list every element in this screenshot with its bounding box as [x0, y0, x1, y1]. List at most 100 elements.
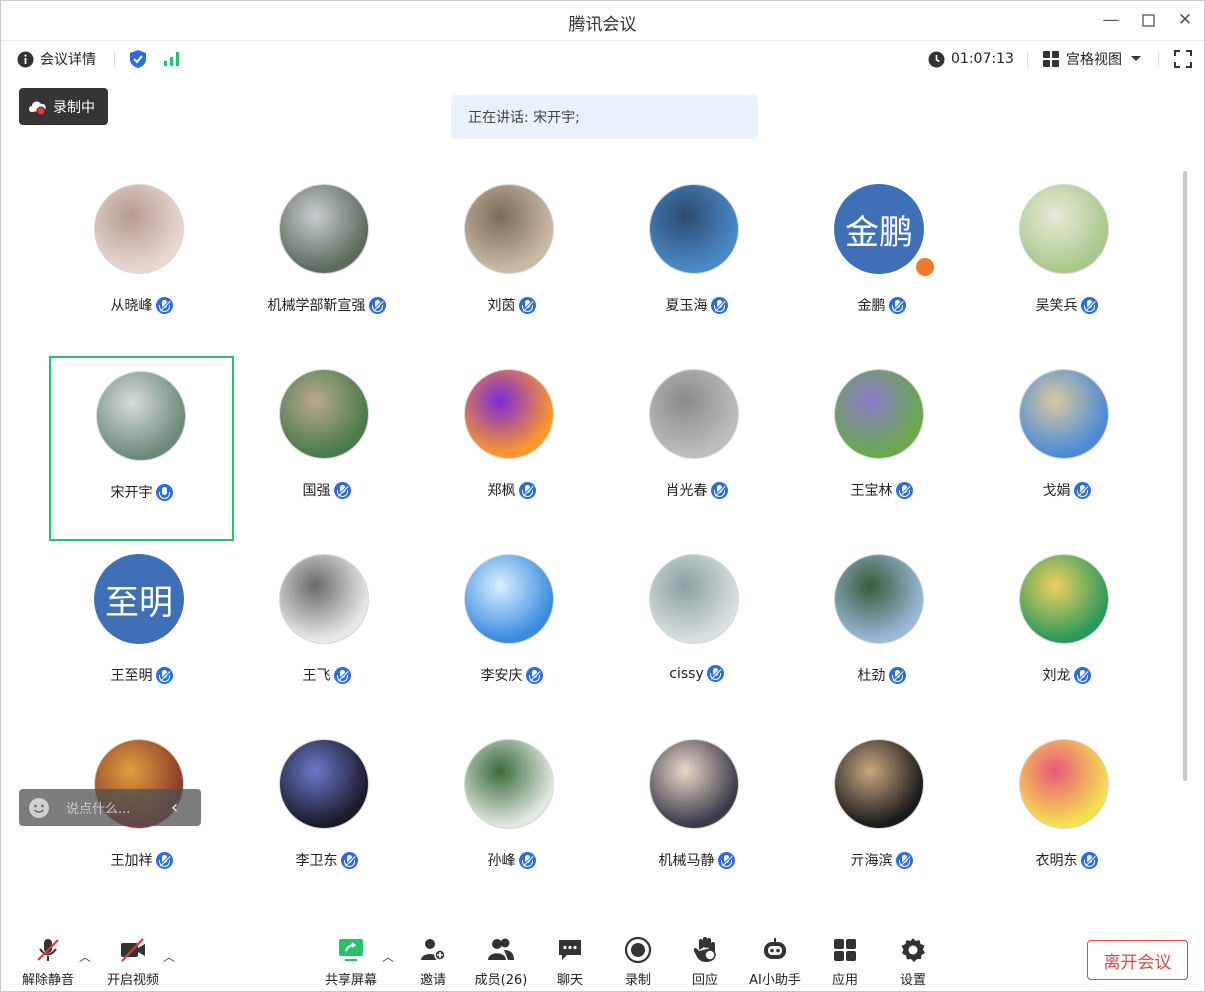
participant-name: 从晓峰 — [110, 298, 153, 314]
participant-name-row: 机械学部靳宣强 — [234, 295, 419, 315]
react-button[interactable]: 回应 — [673, 936, 737, 988]
start-video-button[interactable]: 开启视频 — [101, 936, 165, 988]
participant-tile[interactable]: 国强 — [234, 356, 419, 541]
mic-muted-icon — [717, 851, 735, 869]
participant-tile[interactable]: 夏玉海 — [604, 171, 789, 356]
view-mode-label: 宫格视图 — [1066, 52, 1122, 68]
record-label: 录制 — [624, 973, 651, 988]
minimize-icon[interactable]: — — [1098, 7, 1124, 33]
participant-name-row: 王加祥 — [49, 850, 234, 870]
meeting-info-label: 会议详情 — [40, 52, 96, 68]
video-options-chevron-icon[interactable]: ︿ — [163, 948, 175, 965]
participant-name-row: 亓海滨 — [789, 850, 974, 870]
apps-button[interactable]: 应用 — [813, 936, 877, 988]
meeting-timer: 01:07:13 — [928, 47, 1014, 71]
participant-tile[interactable]: 李安庆 — [419, 541, 604, 726]
mic-muted-icon — [895, 851, 913, 869]
fullscreen-icon[interactable] — [1174, 47, 1192, 71]
members-button[interactable]: 成员(26) — [469, 936, 533, 988]
collapse-chevron-icon[interactable]: ‹ — [171, 797, 178, 818]
unmute-label: 解除静音 — [21, 973, 74, 988]
participant-tile[interactable]: 宋开宇 — [49, 356, 234, 541]
record-button[interactable]: 录制 — [606, 936, 670, 988]
mic-muted-icon — [895, 481, 913, 499]
participant-tile[interactable]: 孙峰 — [419, 726, 604, 911]
host-badge-icon — [914, 256, 936, 278]
participant-name: 金鹏 — [857, 298, 886, 314]
participant-tile[interactable]: 肖光春 — [604, 356, 789, 541]
participant-tile[interactable]: 至明 王至明 — [49, 541, 234, 726]
participant-tile[interactable]: 刘茵 — [419, 171, 604, 356]
invite-icon — [421, 939, 446, 961]
scrollbar[interactable] — [1183, 171, 1187, 781]
participant-name: 机械学部靳宣强 — [267, 298, 366, 314]
raise-hand-icon — [693, 937, 716, 962]
participant-tile[interactable]: cissy — [604, 541, 789, 726]
participant-tile[interactable]: 杜劲 — [789, 541, 974, 726]
participant-tile[interactable]: 王飞 — [234, 541, 419, 726]
members-label: 成员(26) — [474, 973, 528, 988]
avatar — [834, 739, 924, 829]
view-mode-dropdown[interactable]: 宫格视图 — [1043, 47, 1142, 71]
title-bar: 腾讯会议 — ✕ — [1, 1, 1204, 41]
mic-muted-icon — [706, 665, 724, 682]
participant-name-row: 王宝林 — [789, 480, 974, 500]
participant-tile[interactable]: 刘龙 — [974, 541, 1159, 726]
participant-tile[interactable]: 李卫东 — [234, 726, 419, 911]
ai-assistant-button[interactable]: AI小助手 — [743, 936, 807, 988]
apps-label: 应用 — [831, 973, 858, 988]
participant-tile[interactable]: 郑枫 — [419, 356, 604, 541]
close-icon[interactable]: ✕ — [1172, 7, 1198, 33]
participant-name: 王飞 — [302, 668, 331, 684]
settings-button[interactable]: 设置 — [881, 936, 945, 988]
divider — [114, 51, 115, 67]
mic-muted-icon — [340, 851, 358, 869]
mic-muted-icon — [525, 666, 543, 684]
participant-tile[interactable]: 衣明东 — [974, 726, 1159, 911]
signal-icon[interactable] — [163, 47, 181, 71]
quick-chat-box[interactable]: 说点什么... ‹ — [19, 789, 201, 826]
window-title: 腾讯会议 — [568, 15, 637, 35]
participant-tile[interactable]: 从晓峰 — [49, 171, 234, 356]
share-screen-label: 共享屏幕 — [324, 973, 377, 988]
mic-muted-icon — [1073, 481, 1091, 499]
chat-input[interactable]: 说点什么... — [66, 798, 166, 817]
avatar — [649, 184, 739, 274]
ai-assistant-label: AI小助手 — [749, 973, 801, 988]
participant-tile[interactable]: 机械马静 — [604, 726, 789, 911]
participant-name-row: 王飞 — [234, 665, 419, 685]
share-screen-button[interactable]: 共享屏幕 — [319, 936, 383, 988]
meeting-info-button[interactable]: 会议详情 — [17, 47, 96, 71]
participant-name: 吴笑兵 — [1035, 298, 1078, 314]
participant-tile[interactable]: 金鹏 金鹏 — [789, 171, 974, 356]
chat-button[interactable]: 聊天 — [538, 936, 602, 988]
audio-options-chevron-icon[interactable]: ︿ — [79, 948, 91, 965]
mic-muted-icon — [1080, 851, 1098, 869]
members-icon — [488, 938, 514, 960]
start-video-label: 开启视频 — [106, 973, 159, 988]
participant-name-row: 孙峰 — [419, 850, 604, 870]
participant-tile[interactable]: 戈娟 — [974, 356, 1159, 541]
emoji-icon[interactable] — [28, 797, 50, 819]
share-options-chevron-icon[interactable]: ︿ — [382, 948, 394, 965]
avatar — [96, 371, 186, 461]
recording-indicator[interactable]: 录制中 — [19, 88, 108, 125]
participant-name: 刘龙 — [1042, 668, 1071, 684]
avatar — [464, 369, 554, 459]
grid-view-icon — [1043, 51, 1059, 67]
security-shield-icon[interactable] — [129, 47, 147, 71]
participant-tile[interactable]: 王宝林 — [789, 356, 974, 541]
mic-muted-icon — [155, 296, 173, 314]
participant-tile[interactable]: 亓海滨 — [789, 726, 974, 911]
leave-meeting-button[interactable]: 离开会议 — [1087, 940, 1188, 980]
invite-button[interactable]: 邀请 — [401, 936, 465, 988]
avatar: 金鹏 — [834, 184, 924, 274]
mic-muted-icon — [518, 851, 536, 869]
participant-name-row: 李卫东 — [234, 850, 419, 870]
participant-tile[interactable]: 机械学部靳宣强 — [234, 171, 419, 356]
maximize-icon[interactable] — [1135, 7, 1161, 33]
participant-tile[interactable]: 吴笑兵 — [974, 171, 1159, 356]
unmute-button[interactable]: 解除静音 — [16, 936, 80, 988]
participant-name-row: 戈娟 — [974, 480, 1159, 500]
avatar — [279, 369, 369, 459]
